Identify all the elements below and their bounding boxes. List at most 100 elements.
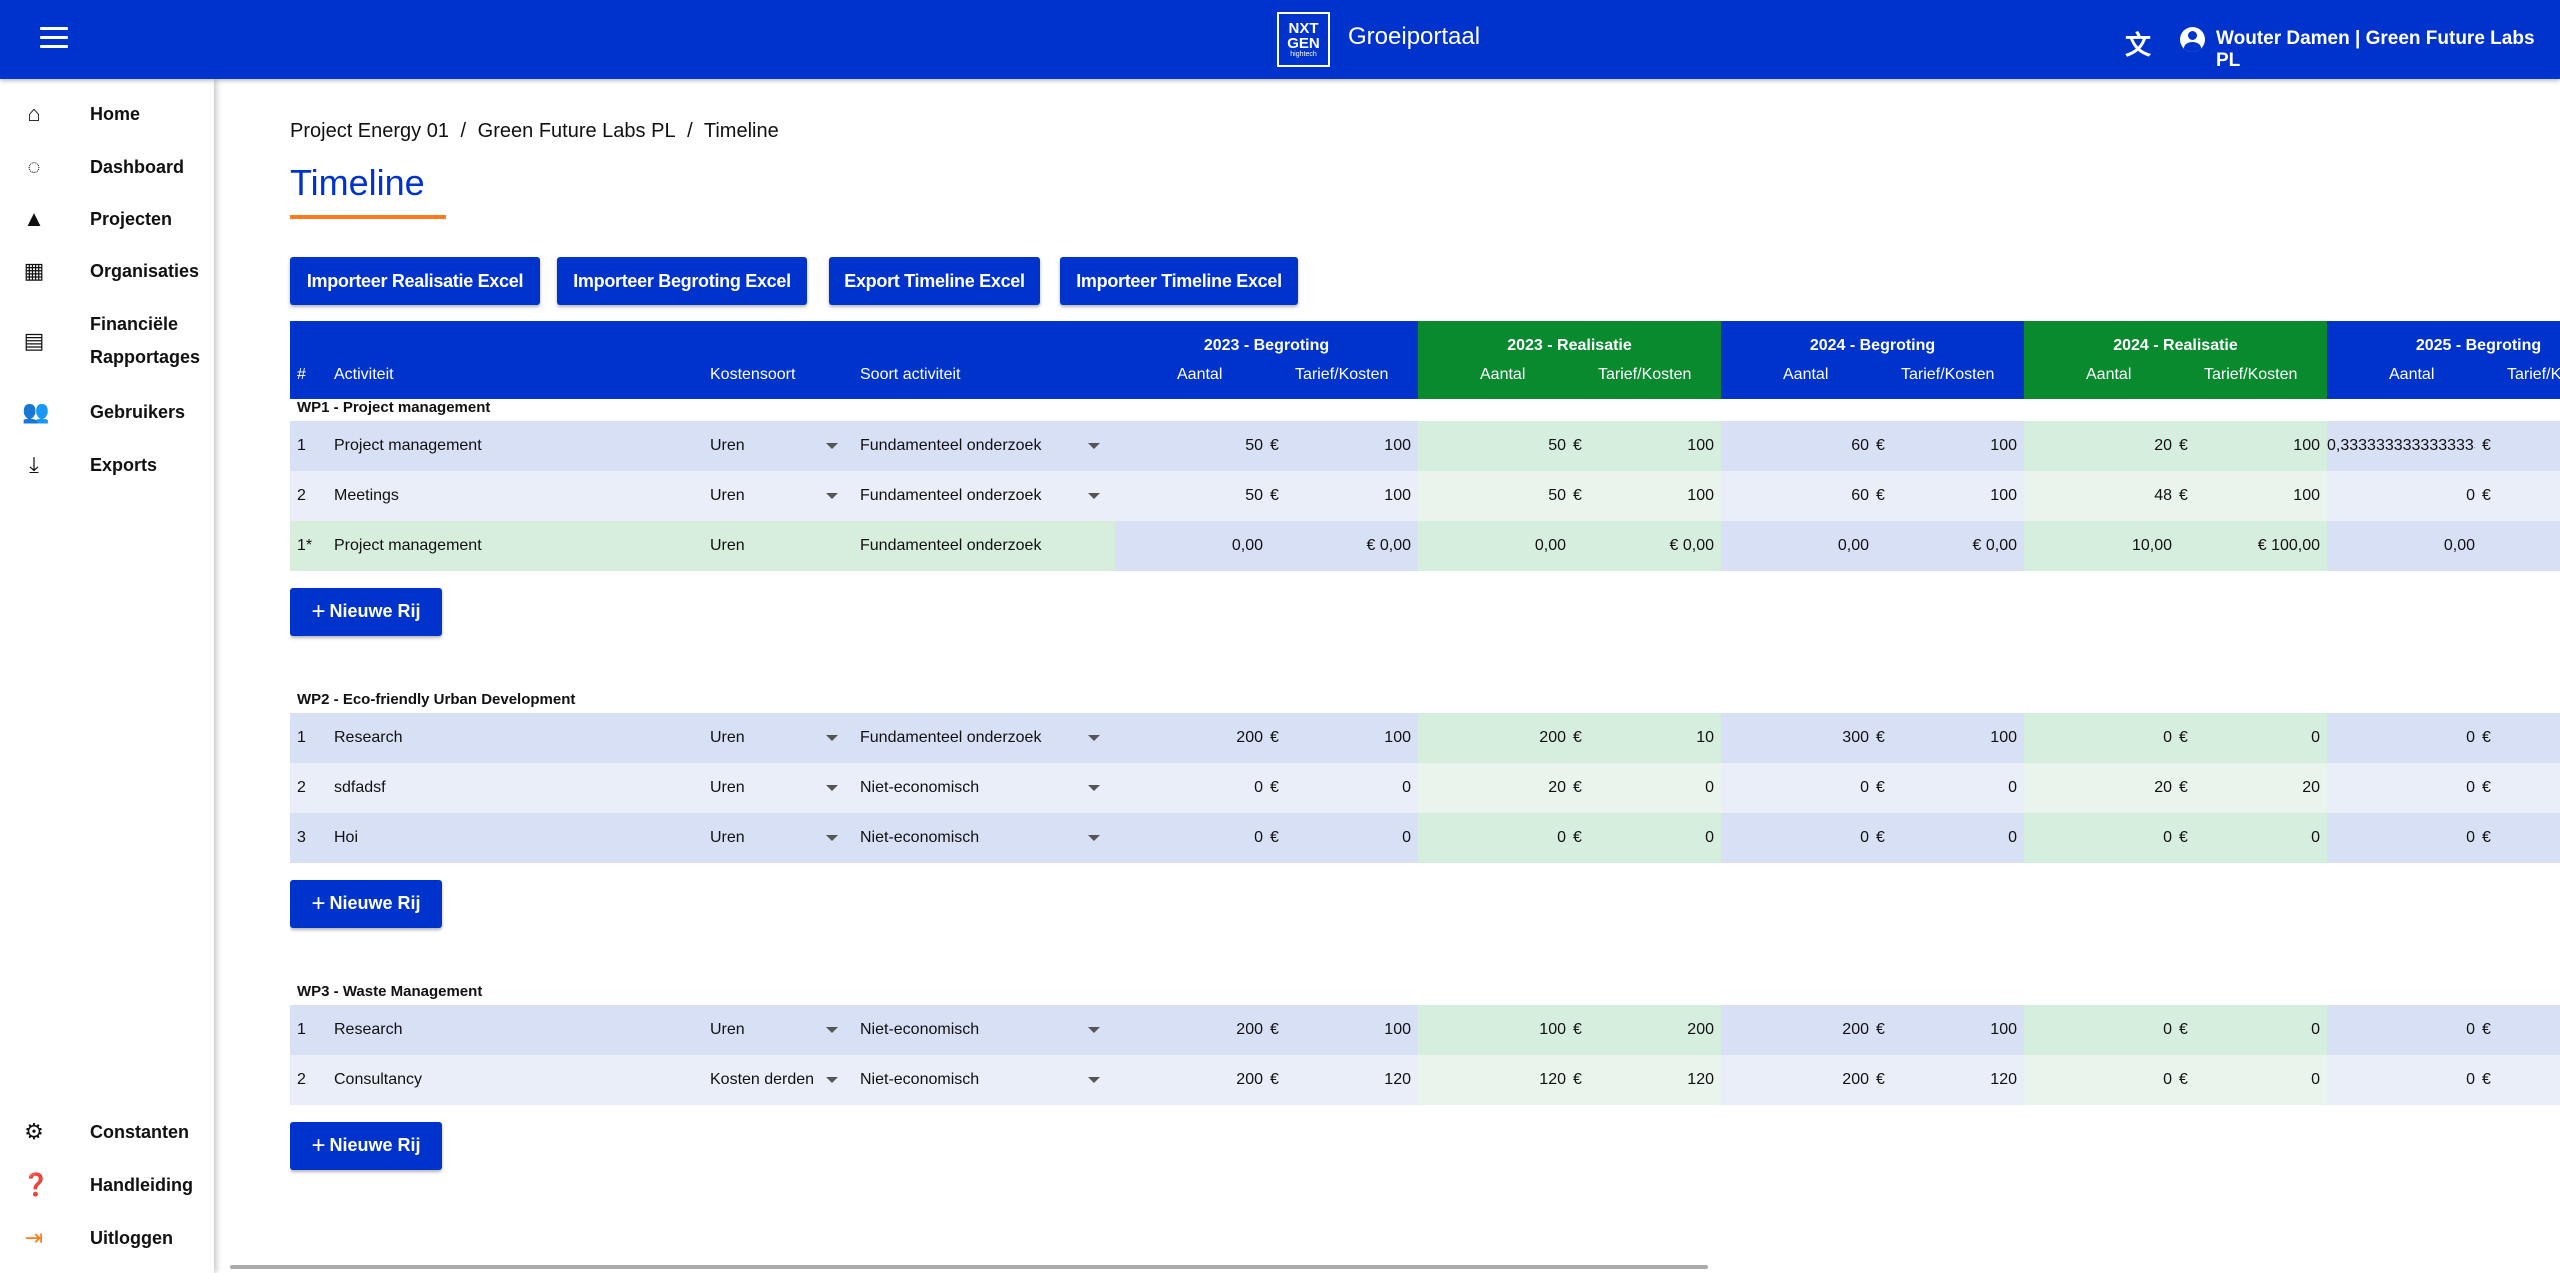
chevron-down-icon[interactable] xyxy=(1088,735,1100,741)
translate-icon[interactable]: 文 xyxy=(2125,25,2151,62)
amount-input[interactable]: 0 xyxy=(1721,763,1869,813)
chevron-down-icon[interactable] xyxy=(826,1027,838,1033)
amount-input[interactable]: 200 xyxy=(1721,1005,1869,1055)
activity-type-select[interactable]: Fundamenteel onderzoek xyxy=(860,421,1070,471)
activity-type-select[interactable]: Niet-economisch xyxy=(860,1055,1070,1105)
rate-input[interactable]: 0 xyxy=(2196,1005,2320,1055)
amount-input[interactable]: 0 xyxy=(2327,471,2475,521)
chevron-down-icon[interactable] xyxy=(1088,835,1100,841)
amount-input[interactable]: 60 xyxy=(1721,421,1869,471)
new-row-button[interactable]: + Nieuwe Rij xyxy=(290,1122,442,1170)
account-circle-icon[interactable] xyxy=(2180,27,2205,52)
breadcrumb-project[interactable]: Project Energy 01 xyxy=(290,120,449,142)
rate-input[interactable]: 100 xyxy=(1893,1005,2017,1055)
chevron-down-icon[interactable] xyxy=(1088,443,1100,449)
amount-input[interactable]: 0 xyxy=(1721,813,1869,863)
amount-input[interactable]: 120 xyxy=(1418,1055,1566,1105)
rate-input[interactable]: 0 xyxy=(2196,1055,2320,1105)
rate-input[interactable]: 0 xyxy=(1893,813,2017,863)
cost-type-select[interactable]: Uren xyxy=(710,813,830,863)
amount-input[interactable]: 100 xyxy=(1418,1005,1566,1055)
amount-input[interactable]: 0 xyxy=(2327,1005,2475,1055)
rate-input[interactable]: 120 xyxy=(1287,1055,1411,1105)
activity-type-select[interactable]: Niet-economisch xyxy=(860,1005,1070,1055)
import-realisatie-button[interactable]: Importeer Realisatie Excel xyxy=(290,257,540,305)
rate-input[interactable]: 100 xyxy=(1287,421,1411,471)
amount-input[interactable]: 200 xyxy=(1115,1055,1263,1105)
activity-cell[interactable]: Consultancy xyxy=(334,1055,694,1105)
rate-input[interactable]: 100 xyxy=(2196,471,2320,521)
amount-input[interactable]: 200 xyxy=(1115,1005,1263,1055)
amount-input[interactable]: 48 xyxy=(2024,471,2172,521)
cost-type-select[interactable]: Uren xyxy=(710,1005,830,1055)
rate-input[interactable] xyxy=(2499,1005,2560,1055)
rate-input[interactable]: 0 xyxy=(1287,813,1411,863)
amount-input[interactable]: 0 xyxy=(2024,713,2172,763)
rate-input[interactable]: 100 xyxy=(1893,421,2017,471)
chevron-down-icon[interactable] xyxy=(1088,785,1100,791)
amount-input[interactable]: 0 xyxy=(2024,1005,2172,1055)
activity-type-select[interactable]: Fundamenteel onderzoek xyxy=(860,471,1070,521)
rate-input[interactable]: 0 xyxy=(1590,763,1714,813)
import-begroting-button[interactable]: Importeer Begroting Excel xyxy=(557,257,807,305)
chevron-down-icon[interactable] xyxy=(1088,1077,1100,1083)
amount-input[interactable]: 0 xyxy=(2024,1055,2172,1105)
chevron-down-icon[interactable] xyxy=(826,1077,838,1083)
chevron-down-icon[interactable] xyxy=(826,443,838,449)
rate-input[interactable]: 0 xyxy=(1287,763,1411,813)
activity-cell[interactable]: Research xyxy=(334,713,694,763)
chevron-down-icon[interactable] xyxy=(826,493,838,499)
cost-type-select[interactable]: Uren xyxy=(710,421,830,471)
rate-input[interactable] xyxy=(2499,1055,2560,1105)
rate-input[interactable]: 100 xyxy=(1287,471,1411,521)
rate-input[interactable]: 100 xyxy=(1590,421,1714,471)
rate-input[interactable]: 120 xyxy=(1590,1055,1714,1105)
activity-type-select[interactable]: Fundamenteel onderzoek xyxy=(860,713,1070,763)
cost-type-select[interactable]: Uren xyxy=(710,713,830,763)
activity-cell[interactable]: sdfadsf xyxy=(334,763,694,813)
cost-type-select[interactable]: Uren xyxy=(710,763,830,813)
rate-input[interactable]: 100 xyxy=(1893,713,2017,763)
nxtgen-logo[interactable]: NXT GEN hightech xyxy=(1277,12,1330,67)
user-name[interactable]: Wouter Damen | Green Future Labs PL xyxy=(2216,28,2560,72)
chevron-down-icon[interactable] xyxy=(826,735,838,741)
amount-input[interactable]: 60 xyxy=(1721,471,1869,521)
rate-input[interactable]: 100 xyxy=(1287,1005,1411,1055)
activity-type-select[interactable]: Niet-economisch xyxy=(860,813,1070,863)
chevron-down-icon[interactable] xyxy=(826,835,838,841)
rate-input[interactable] xyxy=(2499,713,2560,763)
amount-input[interactable]: 20 xyxy=(1418,763,1566,813)
rate-input[interactable]: 10 xyxy=(1590,713,1714,763)
activity-cell[interactable]: Research xyxy=(334,1005,694,1055)
breadcrumb-organisation[interactable]: Green Future Labs PL xyxy=(478,120,676,142)
rate-input[interactable]: 20 xyxy=(2196,763,2320,813)
amount-input[interactable]: 20 xyxy=(2024,421,2172,471)
rate-input[interactable]: 120 xyxy=(1893,1055,2017,1105)
amount-input[interactable]: 0 xyxy=(1115,813,1263,863)
amount-input[interactable]: 20 xyxy=(2024,763,2172,813)
amount-input[interactable]: 0 xyxy=(1115,763,1263,813)
amount-input[interactable]: 0 xyxy=(2024,813,2172,863)
amount-input[interactable]: 300 xyxy=(1721,713,1869,763)
rate-input[interactable]: 100 xyxy=(1287,713,1411,763)
amount-input[interactable]: 200 xyxy=(1115,713,1263,763)
chevron-down-icon[interactable] xyxy=(1088,493,1100,499)
rate-input[interactable]: 100 xyxy=(1590,471,1714,521)
cost-type-select[interactable]: Uren xyxy=(710,471,830,521)
hamburger-menu-icon[interactable] xyxy=(40,27,68,51)
amount-input[interactable]: 0 xyxy=(2327,813,2475,863)
rate-input[interactable] xyxy=(2499,763,2560,813)
rate-input[interactable]: 200 xyxy=(1590,1005,1714,1055)
activity-cell[interactable]: Hoi xyxy=(334,813,694,863)
amount-input[interactable]: 0 xyxy=(1418,813,1566,863)
amount-input[interactable]: 200 xyxy=(1418,713,1566,763)
rate-input[interactable]: 100 xyxy=(2196,421,2320,471)
amount-input[interactable]: 200 xyxy=(1721,1055,1869,1105)
rate-input[interactable]: 0 xyxy=(2196,713,2320,763)
rate-input[interactable]: 0 xyxy=(2196,813,2320,863)
rate-input[interactable] xyxy=(2499,813,2560,863)
amount-input[interactable]: 50 xyxy=(1418,471,1566,521)
chevron-down-icon[interactable] xyxy=(1088,1027,1100,1033)
rate-input[interactable]: 0 xyxy=(1893,763,2017,813)
export-timeline-button[interactable]: Export Timeline Excel xyxy=(829,257,1040,305)
